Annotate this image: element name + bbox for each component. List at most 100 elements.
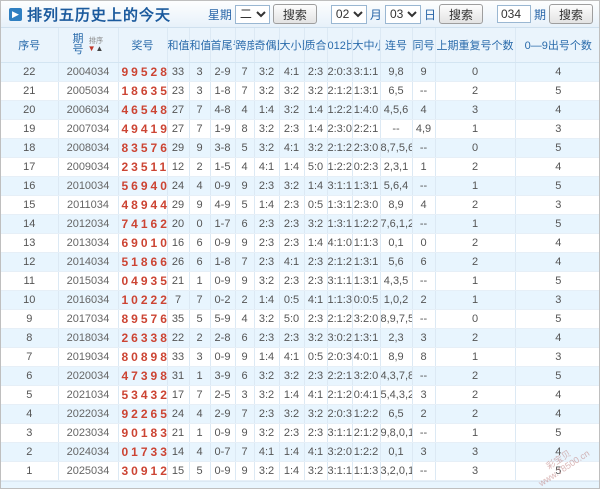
- stat-cell: 9: [235, 461, 254, 480]
- stat-cell: 0-9: [210, 347, 235, 366]
- stat-cell: 2: [412, 290, 435, 309]
- serial-cell: 18: [1, 138, 58, 157]
- stat-cell: 4: [515, 157, 600, 176]
- column-header: 012比: [327, 28, 352, 62]
- stat-cell: 9,8: [380, 62, 412, 81]
- stat-cell: 1:4: [254, 347, 279, 366]
- prize-number-cell: 04935: [118, 271, 167, 290]
- stat-cell: 2:0:3: [327, 347, 352, 366]
- stat-cell: 3:2: [304, 81, 327, 100]
- stat-cell: 1:2:2: [327, 100, 352, 119]
- stat-cell: 3:1:1: [327, 461, 352, 480]
- page-title: 排列五历史上的今天: [27, 4, 171, 25]
- table-row: 12025034309121550-993:21:43:23:1:11:1:33…: [1, 461, 600, 480]
- stat-cell: --: [412, 309, 435, 328]
- stat-cell: 5-9: [210, 309, 235, 328]
- title-bar: ▶ 排列五历史上的今天 星期 二 搜索 02 月 03 日 搜索: [1, 1, 599, 28]
- stat-cell: 21: [167, 423, 189, 442]
- day-label: 日: [424, 6, 436, 23]
- period-cell: 2016034: [58, 290, 118, 309]
- stat-cell: 3:2: [304, 404, 327, 423]
- stat-cell: 1:4: [304, 176, 327, 195]
- prize-number-cell: 10222: [118, 290, 167, 309]
- stat-cell: 8,9,7,5,6: [380, 309, 412, 328]
- month-select[interactable]: 02: [331, 5, 367, 24]
- weekday-select[interactable]: 二: [235, 5, 270, 24]
- stat-cell: 31: [167, 366, 189, 385]
- stat-cell: 3:2: [279, 366, 304, 385]
- table-row: 10201603410222770-221:40:54:11:1:30:0:51…: [1, 290, 600, 309]
- stat-cell: 2: [435, 385, 515, 404]
- stat-cell: 9,8,0,1: [380, 423, 412, 442]
- prize-number-cell: 56940: [118, 176, 167, 195]
- period-cell: 2012034: [58, 214, 118, 233]
- sort-control[interactable]: 排序▼▲: [88, 37, 104, 53]
- stat-cell: 4: [515, 233, 600, 252]
- stat-cell: 5: [515, 461, 600, 480]
- stat-cell: 2-9: [210, 404, 235, 423]
- period-cell: 2014034: [58, 252, 118, 271]
- stat-cell: 3:2: [304, 138, 327, 157]
- stat-cell: --: [412, 366, 435, 385]
- date-search-button[interactable]: 搜索: [439, 4, 483, 24]
- stat-cell: 33: [167, 347, 189, 366]
- stat-cell: 1:4: [254, 100, 279, 119]
- stat-cell: 0: [435, 62, 515, 81]
- stat-cell: 33: [167, 62, 189, 81]
- day-select[interactable]: 03: [385, 5, 421, 24]
- stat-cell: 5: [515, 176, 600, 195]
- stat-cell: 2:2:1: [352, 119, 380, 138]
- stat-cell: 2:3: [254, 214, 279, 233]
- stat-cell: 1: [435, 176, 515, 195]
- issue-search-button[interactable]: 搜索: [549, 4, 593, 24]
- prize-number-cell: 99528: [118, 62, 167, 81]
- table-row: 212005034186352331-873:23:23:22:1:21:3:1…: [1, 81, 600, 100]
- stat-cell: 2: [435, 81, 515, 100]
- stat-cell: 1:4: [304, 233, 327, 252]
- stat-cell: 22: [167, 328, 189, 347]
- prize-number-cell: 46548: [118, 100, 167, 119]
- prize-number-cell: 83576: [118, 138, 167, 157]
- stat-cell: 2:1:2: [327, 385, 352, 404]
- stat-cell: 3:2: [254, 271, 279, 290]
- weekday-search-button[interactable]: 搜索: [273, 4, 317, 24]
- stat-cell: 5: [515, 366, 600, 385]
- stat-cell: 4: [235, 309, 254, 328]
- serial-cell: 22: [1, 62, 58, 81]
- lottery-history-widget: ▶ 排列五历史上的今天 星期 二 搜索 02 月 03 日 搜索: [0, 0, 600, 489]
- stat-cell: 0:5: [304, 347, 327, 366]
- stat-cell: 3:2: [254, 423, 279, 442]
- table-row: 62020034473983113-963:23:22:32:2:13:2:04…: [1, 366, 600, 385]
- stat-cell: 1:1:3: [352, 233, 380, 252]
- stat-cell: 1:3:1: [352, 81, 380, 100]
- stat-cell: 2-8: [210, 328, 235, 347]
- prize-number-cell: 26338: [118, 328, 167, 347]
- stat-cell: 2:3: [254, 404, 279, 423]
- stat-cell: 4:1: [304, 385, 327, 404]
- stat-cell: 14: [167, 442, 189, 461]
- stat-cell: 4,3,5: [380, 271, 412, 290]
- stat-cell: 4: [515, 385, 600, 404]
- period-cell: 2018034: [58, 328, 118, 347]
- prize-number-cell: 48944: [118, 195, 167, 214]
- issue-input[interactable]: [497, 5, 531, 23]
- table-row: 162010034569402440-992:33:21:43:1:11:3:1…: [1, 176, 600, 195]
- period-cell: 2008034: [58, 138, 118, 157]
- stat-cell: 1-5: [210, 157, 235, 176]
- period-cell: 2019034: [58, 347, 118, 366]
- stat-cell: 15: [167, 461, 189, 480]
- stat-cell: 20: [167, 214, 189, 233]
- stat-cell: 0-9: [210, 233, 235, 252]
- stat-cell: 4: [515, 404, 600, 423]
- stat-cell: 1: [435, 119, 515, 138]
- serial-cell: 9: [1, 309, 58, 328]
- stat-cell: 3,2,0,1: [380, 461, 412, 480]
- stat-cell: 2:3: [254, 176, 279, 195]
- period-cell: 2023034: [58, 423, 118, 442]
- stat-cell: 4,9: [412, 119, 435, 138]
- stat-cell: 1: [435, 423, 515, 442]
- stat-cell: 3: [412, 328, 435, 347]
- stat-cell: 3:2: [254, 62, 279, 81]
- stat-cell: 3:1:1: [327, 423, 352, 442]
- stat-cell: 1:3:1: [352, 328, 380, 347]
